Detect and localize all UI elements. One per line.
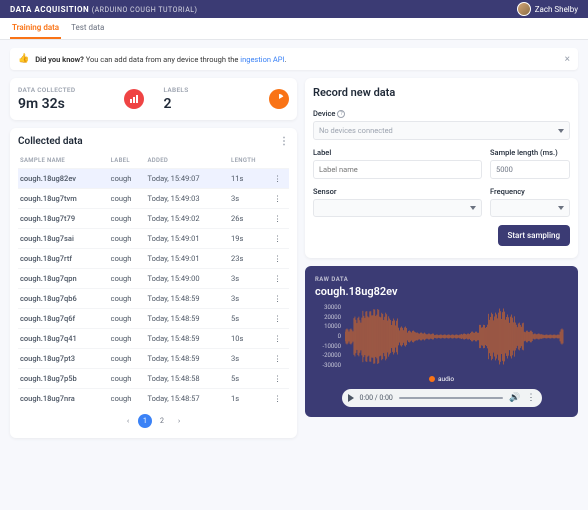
sample-name[interactable]: cough.18ug7qpn <box>18 269 109 289</box>
waveform <box>345 304 564 369</box>
raw-sample-name: cough.18ug82ev <box>315 285 568 298</box>
stats-card: DATA COLLECTED 9m 32s LABELS 2 <box>10 78 297 120</box>
sample-name[interactable]: cough.18ug7qb6 <box>18 289 109 309</box>
kebab-icon[interactable]: ⋮ <box>279 136 289 147</box>
frequency-select[interactable] <box>490 199 570 217</box>
row-menu-icon[interactable]: ⋮ <box>272 349 289 369</box>
page-next[interactable]: › <box>172 414 186 428</box>
table-row[interactable]: cough.18ug7pt3coughToday, 15:48:593s⋮ <box>18 349 289 369</box>
app-header: DATA ACQUISITION (ARDUINO COUGH TUTORIAL… <box>0 0 588 18</box>
sample-name[interactable]: cough.18ug82ev <box>18 169 109 189</box>
row-menu-icon[interactable]: ⋮ <box>272 389 289 409</box>
audio-scrubber[interactable] <box>399 397 503 399</box>
collected-card: Collected data ⋮ Sample Name Label Added… <box>10 128 297 438</box>
info-banner: 👍 Did you know? You can add data from an… <box>10 48 578 70</box>
table-row[interactable]: cough.18ug7nracoughToday, 15:48:571s⋮ <box>18 389 289 409</box>
banner-text: Did you know? You can add data from any … <box>35 55 286 64</box>
labels-label: LABELS <box>164 86 189 94</box>
record-card: Record new data Device? No devices conne… <box>305 78 578 258</box>
audio-menu-icon[interactable]: ⋮ <box>527 393 536 403</box>
legend: audio <box>315 375 568 383</box>
audio-player: 0:00 / 0:00 🔊 ⋮ <box>342 389 542 407</box>
volume-icon[interactable]: 🔊 <box>509 393 520 403</box>
collected-label: DATA COLLECTED <box>18 86 75 94</box>
start-sampling-button[interactable]: Start sampling <box>498 225 570 246</box>
y-axis: 3000020000100000-10000-20000-30000 <box>315 304 341 369</box>
ingestion-api-link[interactable]: ingestion API <box>240 55 284 64</box>
page-prev[interactable]: ‹ <box>121 414 135 428</box>
sensor-select[interactable] <box>313 199 482 217</box>
collected-title: Collected data <box>18 136 83 147</box>
length-input[interactable] <box>490 160 570 179</box>
table-row[interactable]: cough.18ug7p5bcoughToday, 15:48:585s⋮ <box>18 369 289 389</box>
labels-value: 2 <box>164 96 189 112</box>
row-menu-icon[interactable]: ⋮ <box>272 209 289 229</box>
play-icon[interactable] <box>348 394 354 402</box>
user-name: Zach Shelby <box>535 5 578 14</box>
sample-name[interactable]: cough.18ug7t79 <box>18 209 109 229</box>
audio-time: 0:00 / 0:00 <box>360 394 393 402</box>
table-row[interactable]: cough.18ug7tvmcoughToday, 15:49:033s⋮ <box>18 189 289 209</box>
collected-value: 9m 32s <box>18 96 75 112</box>
row-menu-icon[interactable]: ⋮ <box>272 289 289 309</box>
table-row[interactable]: cough.18ug82evcoughToday, 15:49:0711s⋮ <box>18 169 289 189</box>
help-icon[interactable]: ? <box>337 110 345 118</box>
sample-name[interactable]: cough.18ug7q6f <box>18 309 109 329</box>
table-row[interactable]: cough.18ug7rtfcoughToday, 15:49:0123s⋮ <box>18 249 289 269</box>
row-menu-icon[interactable]: ⋮ <box>272 169 289 189</box>
page-title: DATA ACQUISITION (ARDUINO COUGH TUTORIAL… <box>10 5 198 14</box>
sample-name[interactable]: cough.18ug7rtf <box>18 249 109 269</box>
sample-name[interactable]: cough.18ug7nra <box>18 389 109 409</box>
row-menu-icon[interactable]: ⋮ <box>272 189 289 209</box>
device-select[interactable]: No devices connected <box>313 121 570 140</box>
label-input[interactable] <box>313 160 482 179</box>
table-row[interactable]: cough.18ug7q41coughToday, 15:48:5910s⋮ <box>18 329 289 349</box>
sample-name[interactable]: cough.18ug7sai <box>18 229 109 249</box>
page-2[interactable]: 2 <box>155 414 169 428</box>
row-menu-icon[interactable]: ⋮ <box>272 329 289 349</box>
row-menu-icon[interactable]: ⋮ <box>272 269 289 289</box>
table-row[interactable]: cough.18ug7t79coughToday, 15:49:0226s⋮ <box>18 209 289 229</box>
table-row[interactable]: cough.18ug7saicoughToday, 15:49:0119s⋮ <box>18 229 289 249</box>
thumbs-up-icon: 👍 <box>18 54 29 64</box>
row-menu-icon[interactable]: ⋮ <box>272 229 289 249</box>
chart-icon <box>124 89 144 109</box>
pagination: ‹ 1 2 › <box>18 408 289 430</box>
pie-icon <box>269 89 289 109</box>
tab-test[interactable]: Test data <box>69 18 106 39</box>
data-tabs: Training data Test data <box>0 18 588 40</box>
sample-name[interactable]: cough.18ug7tvm <box>18 189 109 209</box>
avatar <box>517 2 531 16</box>
page-1[interactable]: 1 <box>138 414 152 428</box>
table-row[interactable]: cough.18ug7qb6coughToday, 15:48:593s⋮ <box>18 289 289 309</box>
close-icon[interactable]: × <box>565 54 570 65</box>
row-menu-icon[interactable]: ⋮ <box>272 249 289 269</box>
sample-name[interactable]: cough.18ug7q41 <box>18 329 109 349</box>
samples-table: Sample Name Label Added Length cough.18u… <box>18 153 289 408</box>
row-menu-icon[interactable]: ⋮ <box>272 369 289 389</box>
table-row[interactable]: cough.18ug7qpncoughToday, 15:49:003s⋮ <box>18 269 289 289</box>
row-menu-icon[interactable]: ⋮ <box>272 309 289 329</box>
tab-training[interactable]: Training data <box>10 18 61 39</box>
sample-name[interactable]: cough.18ug7pt3 <box>18 349 109 369</box>
table-row[interactable]: cough.18ug7q6fcoughToday, 15:48:595s⋮ <box>18 309 289 329</box>
user-menu[interactable]: Zach Shelby <box>517 2 578 16</box>
record-title: Record new data <box>313 86 570 99</box>
sample-name[interactable]: cough.18ug7p5b <box>18 369 109 389</box>
raw-data-card: RAW DATA cough.18ug82ev 3000020000100000… <box>305 266 578 417</box>
